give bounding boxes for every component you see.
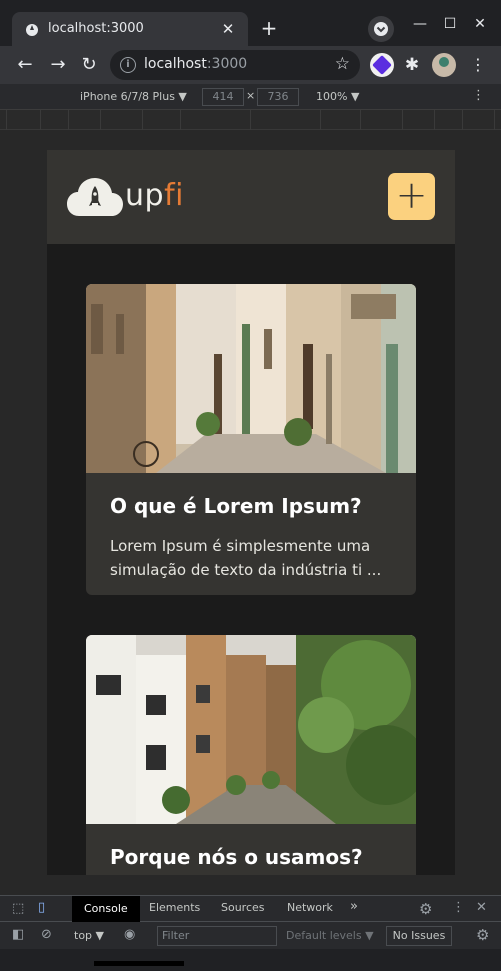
- tab-strip: localhost:3000 ✕ + — ☐ ✕: [0, 0, 501, 46]
- logo-text-accent: fi: [164, 178, 184, 213]
- context-select[interactable]: top ▼: [74, 929, 104, 942]
- height-input[interactable]: 736: [257, 88, 299, 106]
- device-toggle-icon[interactable]: ▯: [38, 900, 45, 915]
- chevron-down-icon: [374, 22, 388, 36]
- tab-close-icon[interactable]: ✕: [218, 19, 238, 39]
- devtools-menu-icon[interactable]: ⋮: [452, 900, 465, 915]
- browser-toolbar: ← → ↻ i localhost:3000 ☆ ✱ ⋮: [0, 46, 501, 84]
- card-image[interactable]: [86, 635, 416, 824]
- sidebar-toggle-icon[interactable]: ◧: [12, 927, 24, 942]
- console-toolbar: ◧ ⊘ top ▼ ◉ Filter Default levels ▼ No I…: [0, 924, 501, 948]
- card-description: Lorem Ipsum é simplesmente uma simulação…: [110, 537, 382, 579]
- reload-button[interactable]: ↻: [76, 52, 102, 78]
- tab-sources[interactable]: Sources: [221, 901, 265, 914]
- minimize-button[interactable]: —: [408, 12, 432, 36]
- inspect-element-icon[interactable]: ⬚: [12, 901, 24, 916]
- url-port: :3000: [206, 56, 248, 72]
- logo: upfi: [67, 176, 185, 220]
- image-card[interactable]: Porque nós o usamos?: [86, 635, 416, 875]
- forward-button[interactable]: →: [45, 52, 71, 78]
- cloud-rocket-icon: [26, 24, 38, 36]
- log-levels-select[interactable]: Default levels ▼: [286, 929, 374, 942]
- device-toolbar: iPhone 6/7/8 Plus ▼ 414 × 736 100% ▼ ⋮: [0, 84, 501, 110]
- eye-icon[interactable]: ◉: [124, 927, 135, 942]
- tab-search-button[interactable]: [368, 16, 394, 42]
- tab-network[interactable]: Network: [287, 901, 333, 914]
- image-card[interactable]: O que é Lorem Ipsum? Lorem Ipsum é simpl…: [86, 284, 416, 595]
- card-title: Porque nós o usamos?: [110, 845, 363, 869]
- back-button[interactable]: ←: [12, 52, 38, 78]
- device-more-icon[interactable]: ⋮: [472, 88, 485, 103]
- info-icon[interactable]: i: [120, 57, 136, 73]
- devtools-tabs: ⬚ ▯ Console Elements Sources Network » ⚙…: [0, 896, 501, 922]
- browser-tab[interactable]: localhost:3000 ✕: [12, 12, 248, 46]
- dimension-separator: ×: [246, 89, 256, 102]
- logo-text-main: up: [125, 178, 165, 213]
- tab-title: localhost:3000: [48, 21, 144, 36]
- tab-console[interactable]: Console: [72, 896, 140, 922]
- device-select[interactable]: iPhone 6/7/8 Plus ▼: [80, 90, 187, 103]
- console-filter-input[interactable]: Filter: [157, 926, 277, 946]
- media-query-ruler: [0, 110, 501, 130]
- url-text: localhost:3000: [144, 56, 247, 72]
- devtools-panel: ⬚ ▯ Console Elements Sources Network » ⚙…: [0, 895, 501, 971]
- browser-menu-icon[interactable]: ⋮: [466, 53, 490, 77]
- extension-icon[interactable]: [370, 53, 394, 77]
- new-tab-button[interactable]: +: [256, 16, 282, 42]
- devtools-close-icon[interactable]: ✕: [476, 900, 487, 915]
- app-page: upfi + O que é Lorem Ipsum? Lorem Ipsum …: [47, 150, 455, 875]
- extensions-puzzle-icon[interactable]: ✱: [400, 53, 424, 77]
- card-title: O que é Lorem Ipsum?: [110, 494, 362, 518]
- scrollbar[interactable]: [94, 961, 184, 966]
- bookmark-star-icon[interactable]: ☆: [335, 54, 350, 74]
- clear-console-icon[interactable]: ⊘: [41, 927, 52, 942]
- address-bar[interactable]: i localhost:3000 ☆: [110, 50, 360, 80]
- console-output: [0, 949, 501, 971]
- url-host: localhost: [144, 56, 207, 72]
- app-header: upfi +: [47, 150, 455, 244]
- add-image-button[interactable]: +: [388, 173, 435, 220]
- issues-button[interactable]: No Issues: [386, 926, 452, 946]
- width-input[interactable]: 414: [202, 88, 244, 106]
- logo-text: upfi: [125, 178, 184, 213]
- zoom-select[interactable]: 100% ▼: [316, 90, 359, 103]
- more-tabs-icon[interactable]: »: [350, 899, 358, 914]
- tab-elements[interactable]: Elements: [149, 901, 200, 914]
- window-close-button[interactable]: ✕: [468, 12, 492, 36]
- cloud-rocket-icon: [67, 178, 123, 216]
- profile-avatar[interactable]: [432, 53, 456, 77]
- maximize-button[interactable]: ☐: [438, 12, 462, 36]
- settings-gear-icon[interactable]: ⚙: [419, 900, 432, 918]
- console-settings-gear-icon[interactable]: ⚙: [476, 926, 489, 944]
- card-image[interactable]: [86, 284, 416, 473]
